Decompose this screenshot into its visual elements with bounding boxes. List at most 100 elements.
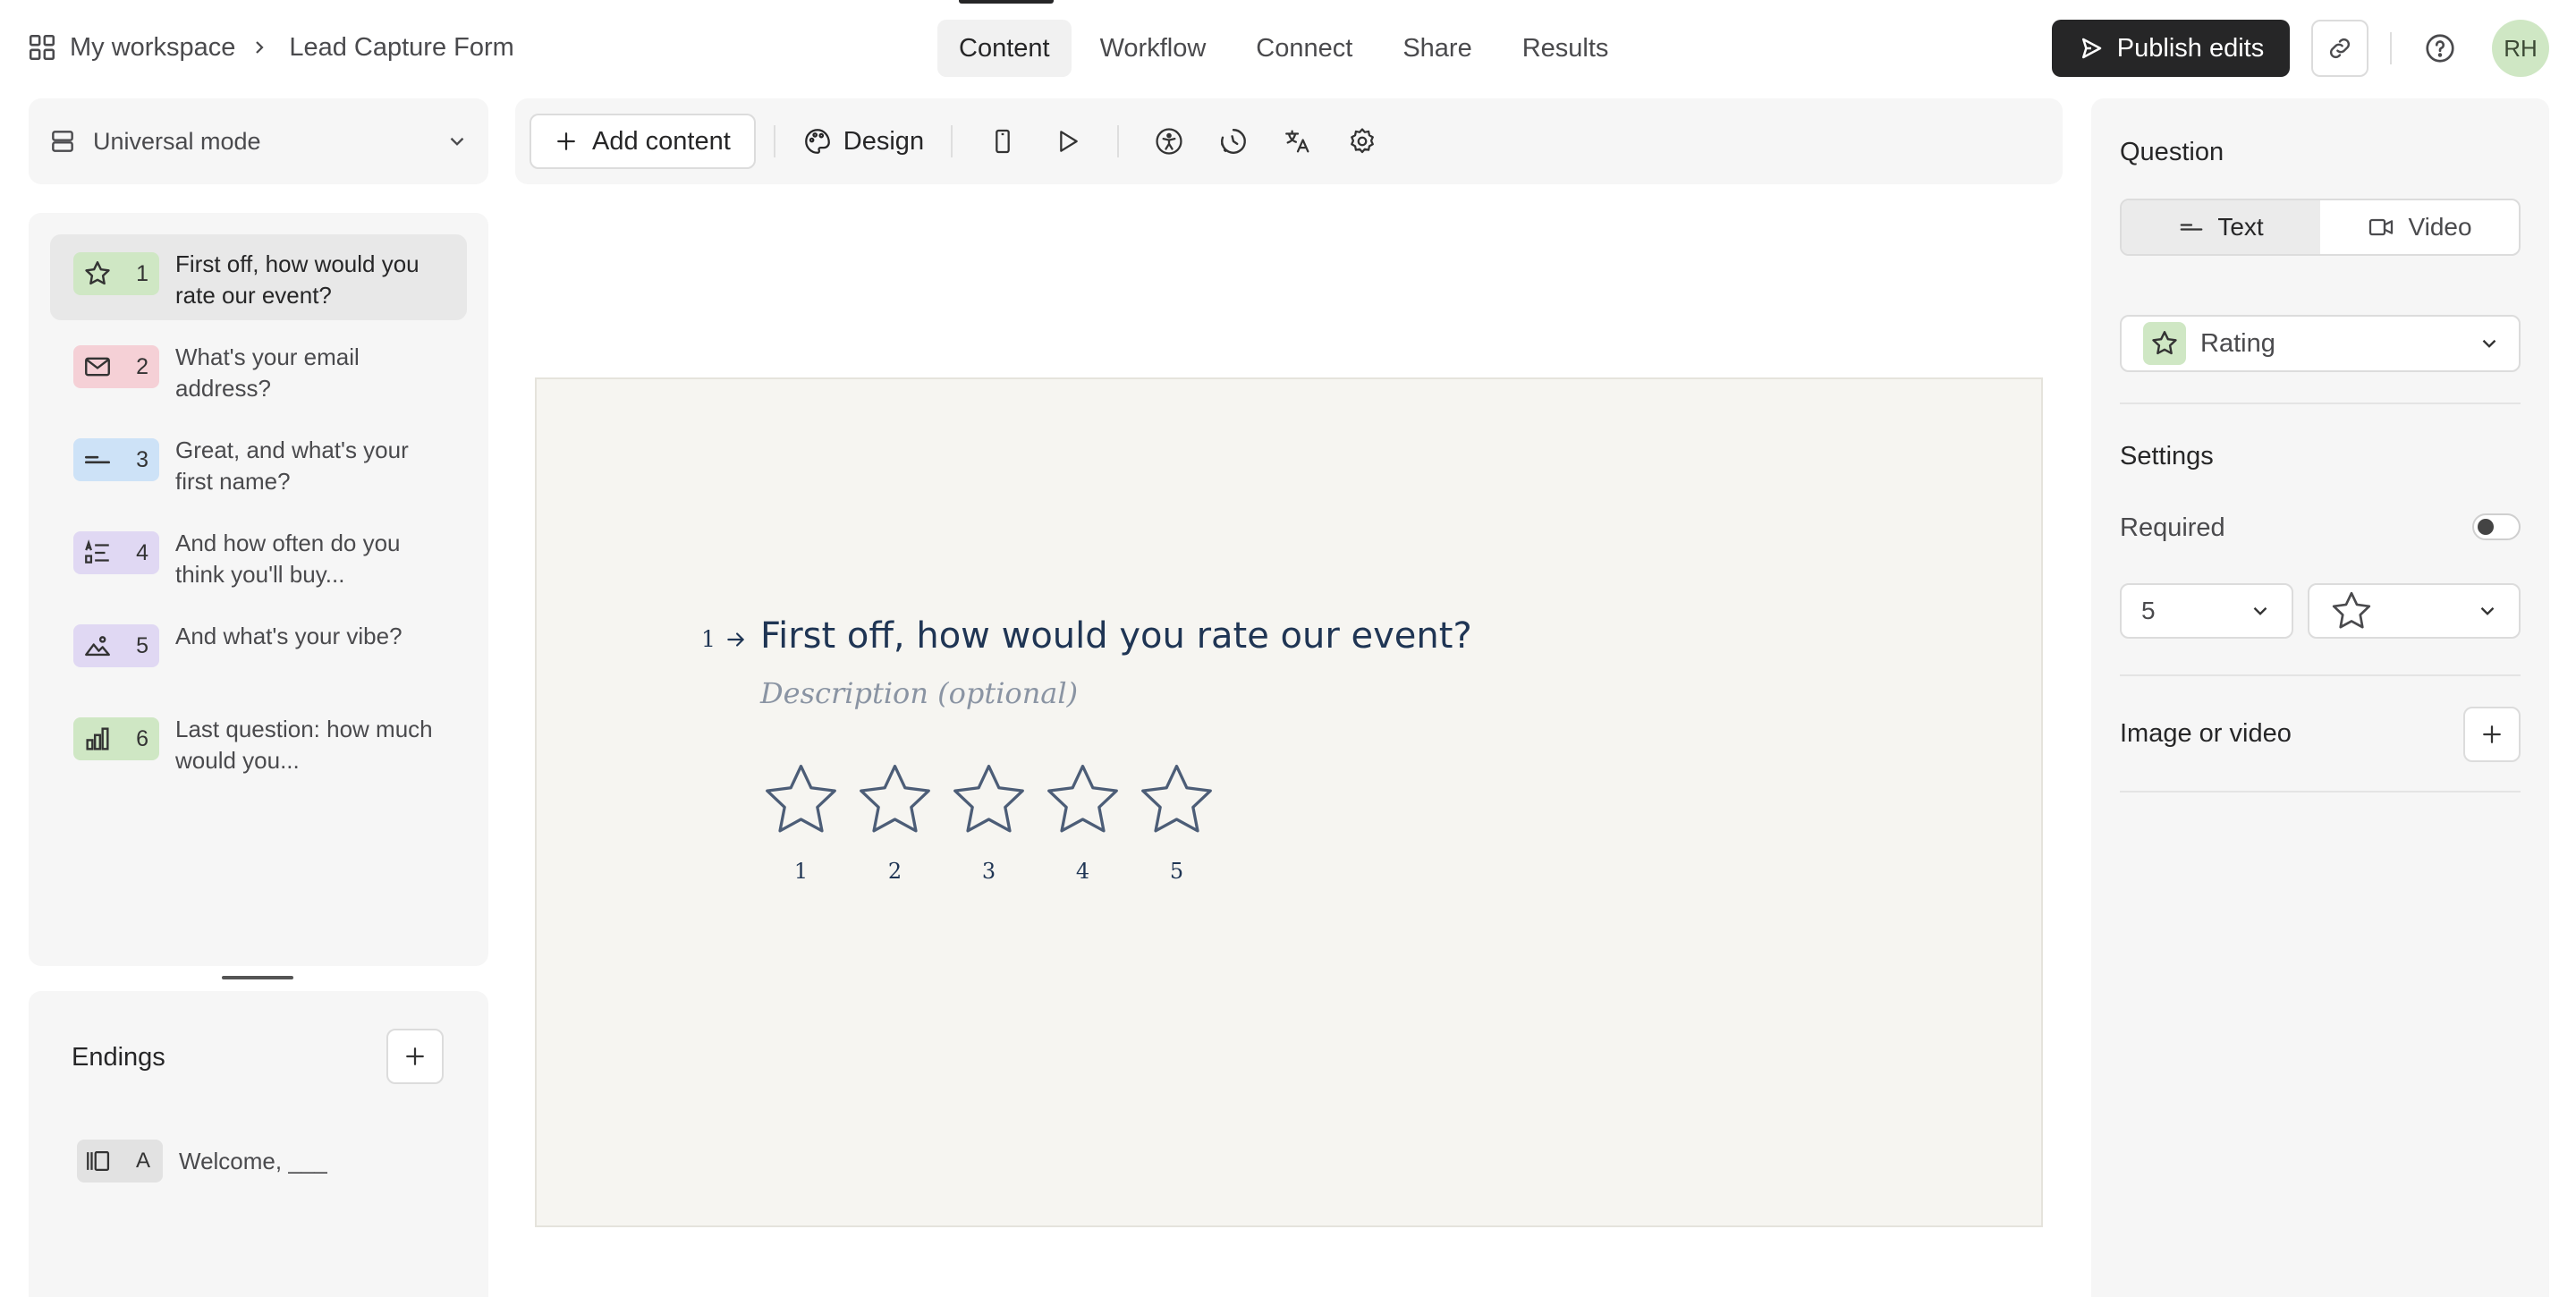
help-button[interactable] (2419, 27, 2462, 70)
tab-connect[interactable]: Connect (1234, 20, 1374, 77)
rating-star-1[interactable]: 1 (760, 760, 842, 884)
short-text-icon (2178, 214, 2205, 241)
shape-select[interactable] (2308, 583, 2521, 639)
tab-workflow[interactable]: Workflow (1079, 20, 1228, 77)
question-heading: Question (2120, 138, 2224, 166)
question-number: 4 (136, 539, 148, 565)
mobile-preview-button[interactable] (970, 114, 1035, 169)
question-number: 3 (136, 446, 148, 472)
short-text-icon (82, 445, 113, 475)
publish-edits-label: Publish edits (2116, 33, 2265, 63)
question-item-3[interactable]: 3 Great, and what's your first name? (50, 420, 467, 506)
question-number-label: 1 (701, 626, 748, 652)
user-avatar[interactable]: RH (2492, 20, 2549, 77)
star-icon (2329, 589, 2374, 633)
question-text: What's your email address? (175, 343, 360, 402)
logic-button[interactable] (1201, 114, 1266, 169)
rating-star-2[interactable]: 2 (854, 760, 936, 884)
preview-play-button[interactable] (1035, 114, 1099, 169)
question-description-input[interactable]: Description (optional) (760, 676, 1078, 710)
format-video-option[interactable]: Video (2320, 200, 2519, 254)
accessibility-button[interactable] (1137, 114, 1201, 169)
help-icon (2424, 32, 2456, 64)
plus-icon (402, 1043, 428, 1070)
rating-star-4[interactable]: 4 (1042, 760, 1123, 884)
tab-results[interactable]: Results (1501, 20, 1631, 77)
question-title-input[interactable]: First off, how would you rate our event? (760, 615, 1472, 657)
rating-star-5[interactable]: 5 (1136, 760, 1217, 884)
breadcrumb: My workspace Lead Capture Form (27, 27, 514, 68)
rating-label: 4 (1075, 859, 1090, 884)
format-text-option[interactable]: Text (2122, 200, 2320, 254)
star-icon (766, 764, 836, 833)
question-settings-panel: Question Text Video Rating Settings Requ… (2091, 98, 2549, 1297)
question-item-4[interactable]: 4 And how often do you think you'll buy.… (50, 513, 467, 599)
layers-icon (48, 127, 77, 156)
endings-title: Endings (72, 1043, 165, 1072)
question-number: 2 (136, 353, 148, 379)
star-icon (1141, 764, 1212, 833)
format-text-label: Text (2217, 213, 2264, 241)
chevron-down-icon (2249, 599, 2272, 623)
star-icon (2149, 328, 2180, 359)
active-tab-indicator (959, 0, 1054, 4)
top-bar: My workspace Lead Capture Form Content W… (0, 0, 2576, 95)
rating-label: 1 (793, 859, 809, 884)
add-content-button[interactable]: Add content (530, 114, 756, 169)
tab-content[interactable]: Content (937, 20, 1072, 77)
question-item-2[interactable]: 2 What's your email address? (50, 327, 467, 413)
required-toggle[interactable] (2472, 513, 2521, 540)
breadcrumb-form-title[interactable]: Lead Capture Form (289, 33, 513, 63)
ending-badge: A (77, 1140, 163, 1183)
steps-select[interactable]: 5 (2120, 583, 2293, 639)
question-text: First off, how would you rate our event? (175, 250, 419, 309)
settings-heading: Settings (2120, 442, 2214, 470)
picture-choice-icon (82, 631, 113, 661)
question-text: Great, and what's your first name? (175, 437, 409, 495)
translate-button[interactable] (1266, 114, 1330, 169)
design-label: Design (843, 126, 925, 156)
section-divider (2120, 403, 2521, 404)
add-ending-button[interactable] (386, 1029, 444, 1084)
question-item-6[interactable]: 6 Last question: how much would you... (50, 699, 467, 785)
tab-share[interactable]: Share (1381, 20, 1493, 77)
arrow-right-icon (724, 628, 748, 651)
loading-circle-icon (1218, 126, 1249, 157)
rating-star-3[interactable]: 3 (948, 760, 1030, 884)
question-badge: 6 (73, 717, 159, 760)
send-icon (2078, 35, 2105, 62)
video-camera-icon (2367, 213, 2395, 242)
endings-panel: Endings A Welcome, ___ (29, 991, 488, 1297)
question-item-5[interactable]: 5 And what's your vibe? (50, 606, 467, 692)
accessibility-icon (1154, 126, 1184, 157)
workspace-grid-icon[interactable] (27, 32, 57, 63)
question-number: 1 (136, 260, 148, 286)
envelope-icon (82, 352, 113, 382)
breadcrumb-workspace[interactable]: My workspace (70, 33, 235, 63)
mode-selector[interactable]: Universal mode (29, 98, 488, 184)
plus-icon (2479, 721, 2505, 748)
ending-letter: A (135, 1149, 150, 1173)
ending-item-a[interactable]: A Welcome, ___ (77, 1140, 327, 1183)
rating-label: 5 (1169, 859, 1184, 884)
link-icon (2326, 34, 2354, 63)
section-divider (2120, 791, 2521, 793)
publish-edits-button[interactable]: Publish edits (2052, 20, 2290, 77)
add-media-button[interactable] (2463, 707, 2521, 762)
format-video-label: Video (2408, 213, 2472, 241)
settings-button[interactable] (1330, 114, 1394, 169)
question-type-select[interactable]: Rating (2120, 315, 2521, 372)
question-number-text: 1 (701, 626, 716, 652)
question-item-1[interactable]: 1 First off, how would you rate our even… (50, 234, 467, 320)
question-number: 6 (136, 725, 148, 751)
required-label: Required (2120, 513, 2225, 542)
question-badge: 4 (73, 531, 159, 574)
panel-resize-handle[interactable] (222, 976, 293, 979)
multiple-choice-icon (82, 538, 113, 568)
toolbar-divider (1117, 125, 1120, 157)
chevron-down-icon (2476, 599, 2499, 623)
copy-link-button[interactable] (2311, 20, 2368, 77)
design-button[interactable]: Design (793, 126, 933, 157)
chevron-down-icon (2478, 332, 2501, 355)
question-text: And how often do you think you'll buy... (175, 530, 401, 588)
